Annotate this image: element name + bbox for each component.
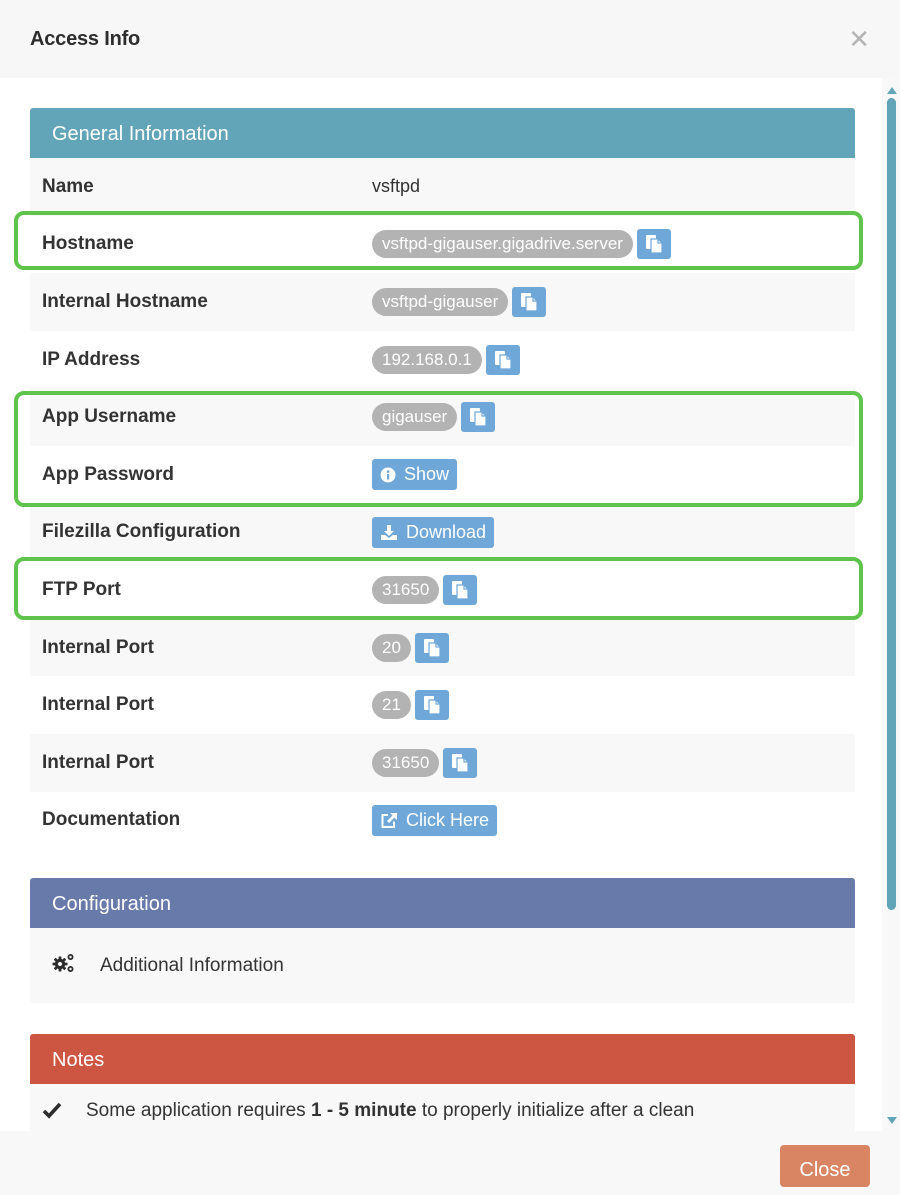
info-row: FTP Port 31650 [30, 561, 855, 619]
info-value: 21 [372, 690, 449, 721]
configuration-heading: Configuration [30, 878, 855, 928]
notes-text-bold: 1 - 5 minute [310, 1100, 417, 1121]
info-label: Internal Hostname [42, 290, 208, 312]
info-label: Internal Port [42, 694, 154, 716]
scroll-up-arrow-icon[interactable] [887, 87, 897, 94]
info-value: vsftpd [372, 176, 420, 197]
scroll-down-arrow-icon[interactable] [887, 1117, 897, 1124]
info-label: Internal Port [42, 751, 154, 773]
value-badge: 20 [372, 633, 411, 662]
info-value: vsftpd-gigauser.gigadrive.server [372, 229, 671, 260]
notes-text-suffix: to properly initialize after a clean [416, 1100, 695, 1121]
info-value: Download [372, 516, 495, 548]
copy-icon [520, 292, 538, 312]
info-value: gigauser [372, 402, 496, 433]
info-value: vsftpd-gigauser [372, 286, 547, 317]
copy-icon [645, 234, 663, 254]
button-label: Click Here [406, 809, 490, 830]
copy-icon [423, 638, 441, 658]
info-row: Documentation Click Here [30, 792, 855, 850]
general-information-panel: General Information Name vsftpd Hostname vs… [30, 108, 855, 849]
info-value: 31650 [372, 747, 478, 778]
download-button[interactable]: Download [372, 516, 495, 548]
notes-text-prefix: Some application requires [86, 1100, 311, 1121]
notes-heading: Notes [30, 1034, 855, 1084]
info-value: 20 [372, 632, 449, 663]
click-here-button[interactable]: Click Here [372, 804, 498, 836]
info-value: Show [372, 459, 458, 491]
modal-footer: Close [0, 1131, 900, 1187]
copy-button[interactable] [414, 632, 449, 663]
info-label: Documentation [42, 809, 181, 831]
copy-icon [423, 695, 441, 715]
info-row: App Username gigauser [30, 388, 855, 446]
modal-title: Access Info [30, 28, 141, 50]
button-label: Download [406, 521, 487, 542]
value-badge: 21 [372, 691, 411, 720]
info-value: 31650 [372, 574, 478, 605]
notes-item: Some application requires 1 - 5 minute t… [30, 1084, 855, 1131]
general-information-heading: General Information [30, 108, 855, 158]
info-label: Internal Port [42, 636, 154, 658]
show-button[interactable]: Show [372, 459, 458, 491]
modal-body: General Information Name vsftpd Hostname vs… [0, 78, 882, 1131]
info-label: App Username [42, 406, 177, 428]
copy-button[interactable] [461, 402, 496, 433]
button-label: Show [404, 464, 450, 485]
info-label: App Password [42, 463, 174, 485]
additional-information-label: Additional Information [100, 954, 284, 976]
value-badge: 31650 [372, 575, 440, 604]
copy-button[interactable] [414, 690, 449, 721]
cogs-icon [52, 952, 76, 979]
copy-icon [451, 753, 469, 773]
info-circle-icon [380, 467, 400, 483]
info-value: 192.168.0.1 [372, 344, 520, 375]
copy-icon [451, 580, 469, 600]
info-label: Hostname [42, 233, 134, 255]
info-row: Internal Hostname vsftpd-gigauser [30, 273, 855, 331]
info-label: FTP Port [42, 578, 121, 600]
scrollbar[interactable] [882, 78, 900, 1131]
copy-button[interactable] [512, 286, 547, 317]
value-text: vsftpd [372, 176, 421, 197]
value-badge: gigauser [372, 403, 458, 432]
info-label: Filezilla Configuration [42, 521, 241, 543]
info-row: App Password Show [30, 446, 855, 504]
check-icon [42, 1100, 62, 1125]
copy-button[interactable] [636, 229, 671, 260]
additional-information-item[interactable]: Additional Information [30, 928, 855, 1003]
notes-panel: Notes Some application requires 1 - 5 mi… [30, 1034, 855, 1131]
info-label: IP Address [42, 348, 141, 370]
info-row: Hostname vsftpd-gigauser.gigadrive.server [30, 216, 855, 274]
scroll-thumb[interactable] [887, 98, 896, 910]
info-row: IP Address 192.168.0.1 [30, 331, 855, 389]
copy-icon [469, 407, 487, 427]
copy-icon [494, 350, 512, 370]
info-value: Click Here [372, 804, 498, 836]
copy-button[interactable] [485, 344, 520, 375]
value-badge: vsftpd-gigauser.gigadrive.server [372, 230, 633, 259]
configuration-panel: Configuration Additional Information [30, 878, 855, 1003]
info-row: Name vsftpd [30, 158, 855, 216]
general-information-table: Name vsftpd Hostname vsftpd-gigauser.gigadr… [30, 158, 855, 849]
value-badge: 31650 [372, 748, 440, 777]
copy-button[interactable] [443, 574, 478, 605]
copy-button[interactable] [443, 747, 478, 778]
info-row: Filezilla Configuration Download [30, 503, 855, 562]
info-row: Internal Port 21 [30, 676, 855, 734]
external-link-icon [380, 812, 402, 829]
download-icon [380, 524, 402, 541]
value-badge: vsftpd-gigauser [372, 287, 509, 316]
modal-header: Access Info ✕ [0, 0, 900, 78]
value-badge: 192.168.0.1 [372, 345, 482, 374]
close-x-icon[interactable]: ✕ [848, 24, 870, 54]
info-row: Internal Port 20 [30, 618, 855, 677]
info-row: Internal Port 31650 [30, 733, 855, 792]
info-label: Name [42, 175, 94, 197]
notes-text: Some application requires 1 - 5 minute t… [86, 1100, 694, 1122]
